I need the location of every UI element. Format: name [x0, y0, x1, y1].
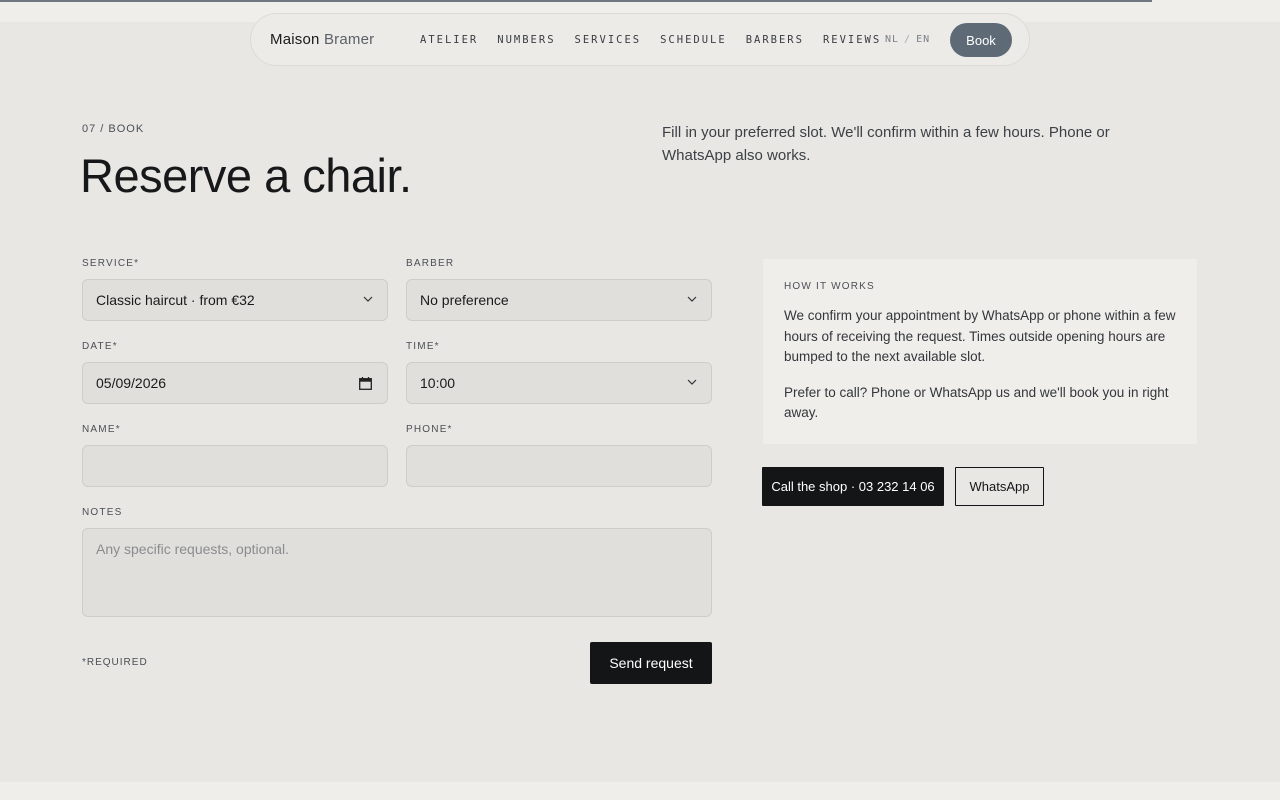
phone-label: PHONE*	[406, 424, 453, 435]
phone-field: PHONE*	[406, 424, 712, 487]
time-select[interactable]: 10:00	[406, 362, 712, 404]
how-it-works-heading: HOW IT WORKS	[784, 281, 875, 292]
whatsapp-button[interactable]: WhatsApp	[955, 467, 1044, 506]
book-button[interactable]: Book	[950, 23, 1012, 57]
language-switcher: NL / EN	[885, 34, 930, 45]
service-select[interactable]: Classic haircut · from €32	[82, 279, 388, 321]
chevron-down-icon	[363, 296, 373, 302]
time-field: TIME* 10:00	[406, 341, 712, 404]
nav-link-barbers[interactable]: BARBERS	[746, 34, 804, 46]
page-title: Reserve a chair.	[80, 149, 412, 202]
section-eyebrow: 07 / BOOK	[82, 123, 145, 135]
notes-field: NOTES	[82, 507, 712, 622]
date-field: DATE* 05/09/2026	[82, 341, 388, 404]
name-field: NAME*	[82, 424, 388, 487]
chevron-down-icon	[687, 296, 697, 302]
required-note: *REQUIRED	[82, 657, 148, 668]
barber-value: No preference	[420, 292, 509, 308]
barber-label: BARBER	[406, 258, 455, 269]
top-nav: Maison Bramer ATELIER NUMBERS SERVICES S…	[250, 13, 1030, 66]
how-it-works-paragraph-1: We confirm your appointment by WhatsApp …	[784, 308, 1176, 364]
send-request-button[interactable]: Send request	[590, 642, 712, 684]
lang-separator: /	[904, 34, 912, 45]
lang-en[interactable]: EN	[916, 34, 930, 45]
notes-textarea[interactable]	[82, 528, 712, 617]
name-label: NAME*	[82, 424, 121, 435]
time-value: 10:00	[420, 375, 456, 391]
calendar-icon[interactable]	[359, 377, 372, 390]
scroll-progress-bar	[0, 0, 1152, 2]
phone-input[interactable]	[406, 445, 712, 487]
brand-name-second: Bramer	[323, 31, 375, 48]
brand-logo[interactable]: Maison Bramer	[270, 31, 374, 48]
intro-text: Fill in your preferred slot. We'll confi…	[662, 124, 1110, 164]
barber-field: BARBER No preference	[406, 258, 712, 321]
date-label: DATE*	[82, 341, 118, 352]
date-value: 05/09/2026	[96, 375, 167, 391]
how-it-works-card: HOW IT WORKS We confirm your appointment…	[763, 259, 1197, 444]
call-shop-button[interactable]: Call the shop · 03 232 14 06	[762, 467, 944, 506]
how-it-works-paragraph-2: Prefer to call? Phone or WhatsApp us and…	[784, 384, 1169, 421]
time-label: TIME*	[406, 341, 440, 352]
footer-band	[0, 782, 1280, 800]
chevron-down-icon	[687, 379, 697, 385]
nav-link-reviews[interactable]: REVIEWS	[823, 34, 881, 46]
date-input[interactable]: 05/09/2026	[82, 362, 388, 404]
nav-links: ATELIER NUMBERS SERVICES SCHEDULE BARBER…	[420, 34, 900, 46]
nav-link-schedule[interactable]: SCHEDULE	[660, 34, 727, 46]
name-input[interactable]	[82, 445, 388, 487]
nav-link-numbers[interactable]: NUMBERS	[497, 34, 555, 46]
nav-link-atelier[interactable]: ATELIER	[420, 34, 478, 46]
barber-select[interactable]: No preference	[406, 279, 712, 321]
nav-link-services[interactable]: SERVICES	[575, 34, 642, 46]
service-label: SERVICE*	[82, 258, 140, 269]
notes-label: NOTES	[82, 507, 123, 518]
brand-name-first: Maison	[270, 31, 320, 48]
lang-nl[interactable]: NL	[885, 34, 899, 45]
service-value: Classic haircut · from €32	[96, 292, 255, 308]
service-field: SERVICE* Classic haircut · from €32	[82, 258, 388, 321]
